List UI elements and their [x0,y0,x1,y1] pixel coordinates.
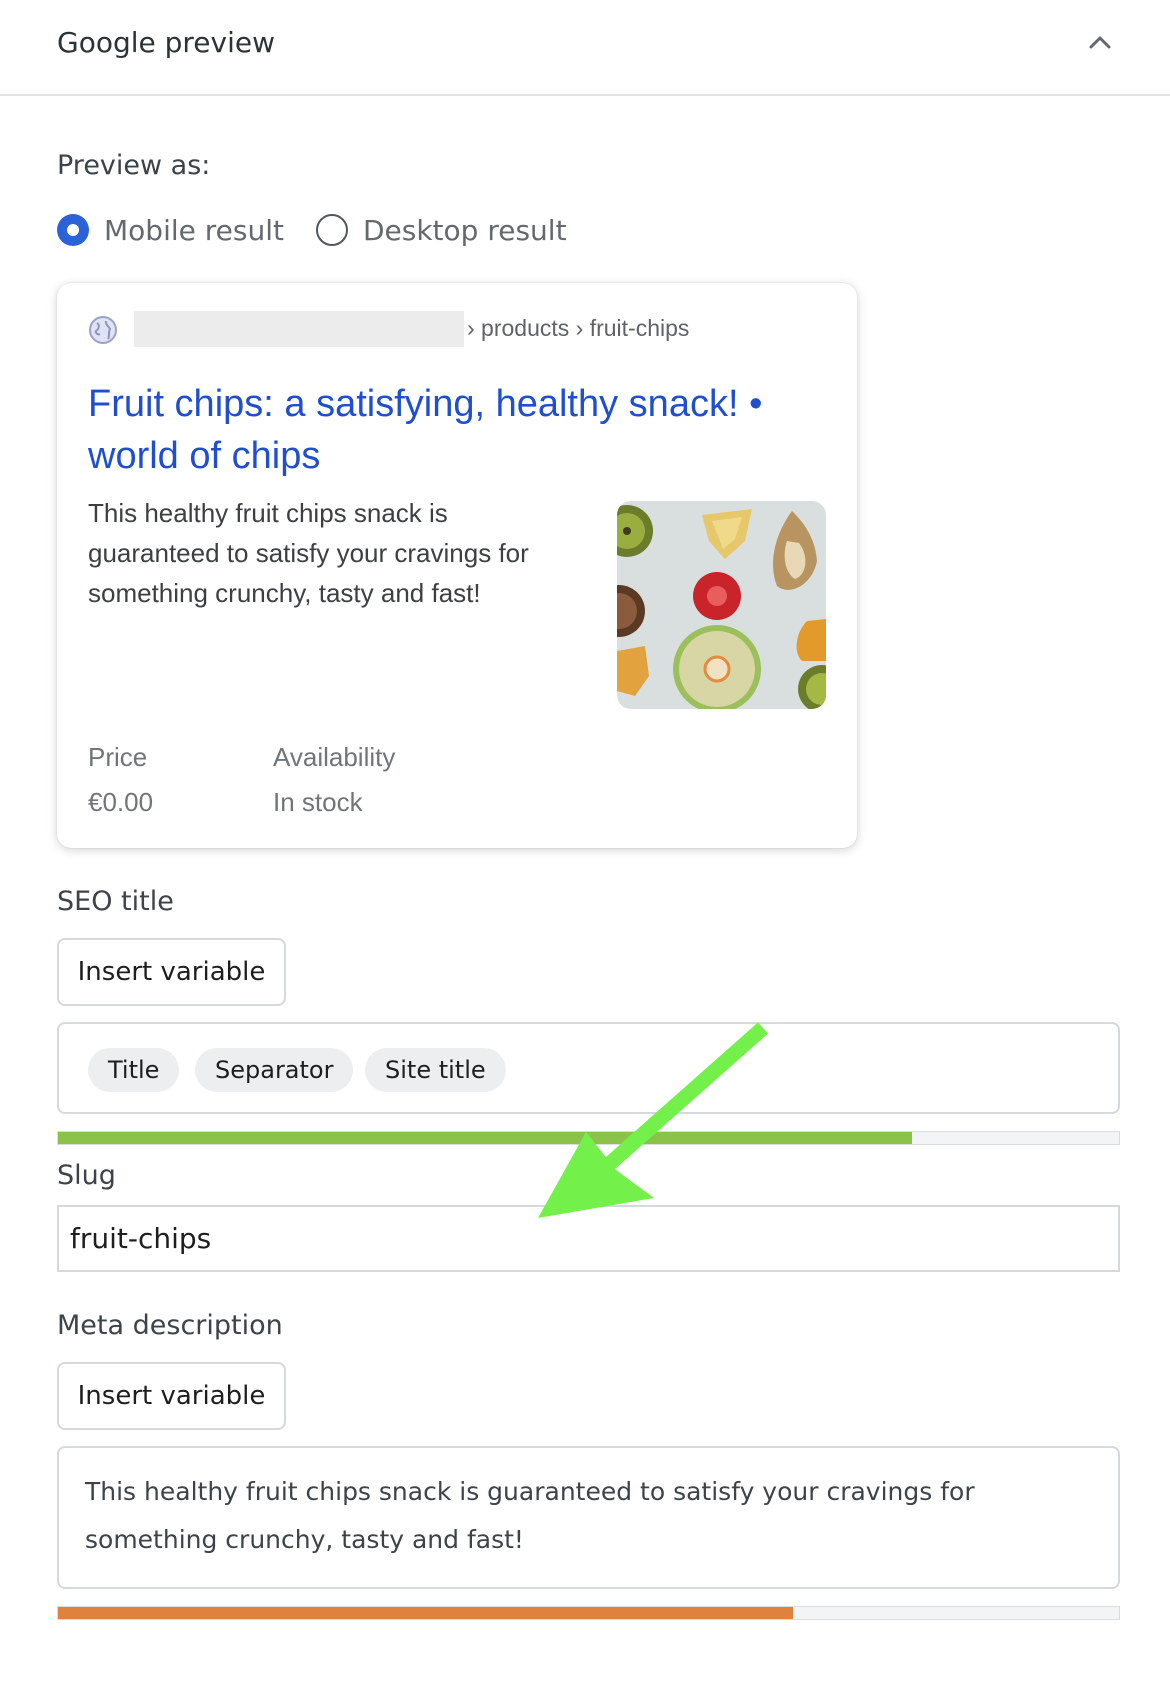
seo-title-insert-variable-button[interactable]: Insert variable [57,938,286,1006]
preview-as-label: Preview as: [57,150,211,181]
separator-variable-pill[interactable]: Separator [195,1048,354,1092]
result-title[interactable]: Fruit chips: a satisfying, healthy snack… [88,378,818,482]
availability-column: Availability In stock [273,735,395,825]
chevron-up-icon[interactable] [1086,32,1114,52]
meta-description-insert-variable-button[interactable]: Insert variable [57,1362,286,1430]
google-preview-header[interactable]: Google preview [0,0,1170,96]
preview-mode-radio-group: Mobile result Desktop result [57,208,599,252]
meta-description-progress-bar [57,1606,1120,1620]
slug-label: Slug [57,1160,116,1191]
meta-description-editor[interactable]: This healthy fruit chips snack is guaran… [57,1446,1120,1589]
desktop-result-radio[interactable] [315,214,348,246]
result-breadcrumb: › products › fruit-chips [467,315,690,341]
desktop-result-label[interactable]: Desktop result [363,214,567,247]
seo-title-progress-fill [58,1132,913,1144]
meta-description-progress-fill [58,1607,794,1619]
seo-title-label: SEO title [57,886,174,917]
annotation-arrow-icon [538,1022,768,1218]
title-variable-pill[interactable]: Title [88,1048,180,1092]
mobile-result-radio[interactable] [57,214,89,246]
redacted-url [134,311,464,347]
mobile-result-label[interactable]: Mobile result [104,214,284,247]
price-label: Price [88,742,148,772]
section-title: Google preview [57,26,276,59]
availability-label: Availability [273,742,396,772]
fruit-chips-thumbnail [617,501,826,709]
globe-icon [89,316,117,344]
meta-description-text[interactable]: This healthy fruit chips snack is guaran… [85,1468,1095,1564]
result-snippet: This healthy fruit chips snack is guaran… [88,498,529,608]
site-title-variable-pill[interactable]: Site title [365,1048,506,1092]
meta-description-label: Meta description [57,1310,283,1341]
availability-value: In stock [273,787,363,817]
price-column: Price €0.00 [88,735,153,825]
price-value: €0.00 [88,787,154,817]
google-result-card: › products › fruit-chips Fruit chips: a … [57,283,857,848]
